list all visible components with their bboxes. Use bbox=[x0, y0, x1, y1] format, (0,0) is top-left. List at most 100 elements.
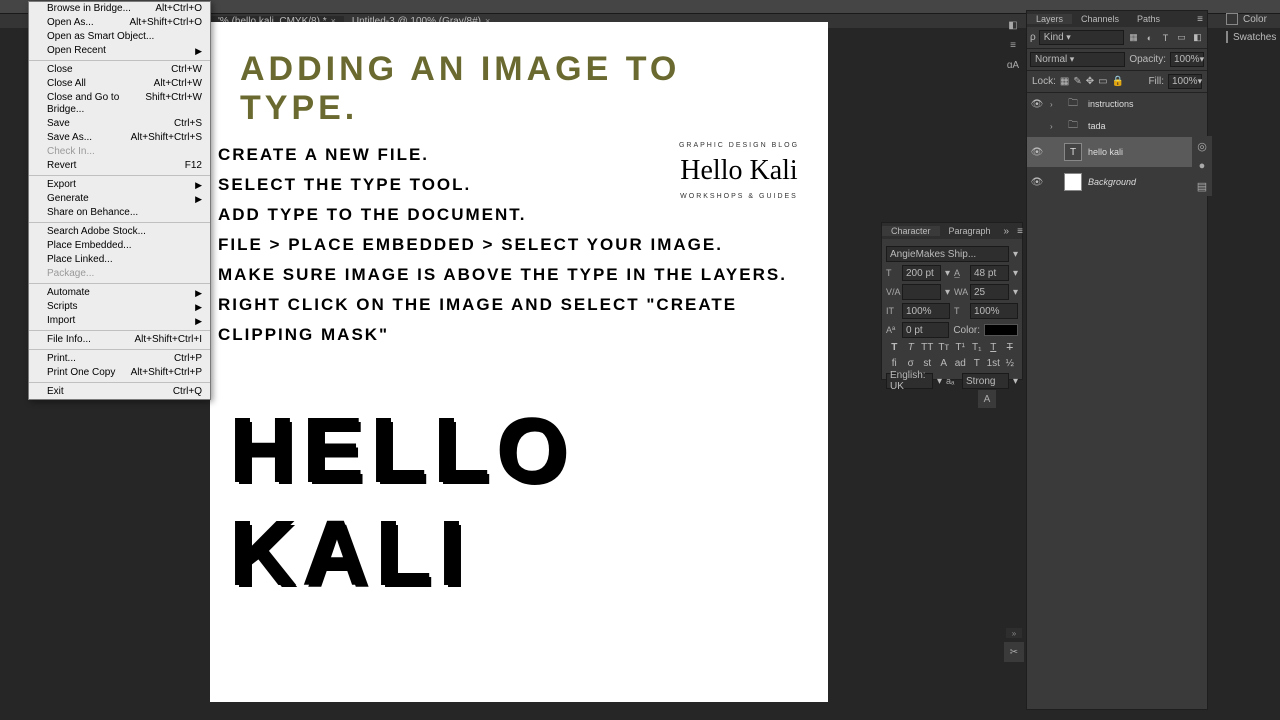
chevron-down-icon[interactable]: ▾ bbox=[937, 376, 942, 387]
panel-menu-icon[interactable]: ≡ bbox=[1193, 14, 1207, 25]
tab-paragraph[interactable]: Paragraph bbox=[940, 226, 1000, 236]
chevron-down-icon[interactable]: ▾ bbox=[1013, 268, 1018, 279]
collapse-icon[interactable]: » bbox=[1006, 628, 1022, 638]
menu-import[interactable]: Import▶ bbox=[29, 314, 210, 328]
layer-row[interactable]: 👁 T hello kali bbox=[1027, 137, 1207, 167]
ot-icon[interactable]: ad bbox=[952, 357, 969, 370]
kerning-field[interactable] bbox=[902, 284, 941, 300]
panel-icon[interactable]: ● bbox=[1192, 156, 1212, 176]
panel-menu-icon[interactable]: ≡ bbox=[1013, 226, 1027, 237]
menu-close-go-bridge[interactable]: Close and Go to Bridge...Shift+Ctrl+W bbox=[29, 91, 210, 117]
visibility-icon[interactable]: 👁 bbox=[1030, 97, 1044, 111]
swatches-panel-button[interactable]: Swatches bbox=[1220, 28, 1280, 46]
menu-scripts[interactable]: Scripts▶ bbox=[29, 300, 210, 314]
menu-save[interactable]: SaveCtrl+S bbox=[29, 117, 210, 131]
menu-place-embedded[interactable]: Place Embedded... bbox=[29, 239, 210, 253]
layer-name[interactable]: hello kali bbox=[1088, 147, 1123, 157]
menu-automate[interactable]: Automate▶ bbox=[29, 286, 210, 300]
panel-collapse-icon[interactable]: » bbox=[1000, 226, 1014, 237]
menu-save-as[interactable]: Save As...Alt+Shift+Ctrl+S bbox=[29, 131, 210, 145]
menu-open-recent[interactable]: Open Recent▶ bbox=[29, 44, 210, 58]
tab-layers[interactable]: Layers bbox=[1027, 14, 1072, 24]
layer-name[interactable]: Background bbox=[1088, 177, 1136, 187]
lock-pixels-icon[interactable]: ✎ bbox=[1073, 76, 1081, 87]
tool-icon[interactable]: ◧ bbox=[1004, 16, 1022, 34]
filter-adjust-icon[interactable]: ◐ bbox=[1143, 31, 1156, 44]
text-color-swatch[interactable] bbox=[984, 324, 1018, 336]
filter-pixel-icon[interactable]: ▦ bbox=[1127, 31, 1140, 44]
hscale-field[interactable]: 100% bbox=[970, 303, 1018, 319]
tab-character[interactable]: Character bbox=[882, 226, 940, 236]
visibility-icon[interactable]: 👁 bbox=[1030, 145, 1044, 159]
tool-icon[interactable]: ≡ bbox=[1004, 36, 1022, 54]
visibility-icon[interactable]: 👁 bbox=[1030, 175, 1044, 189]
fill-field[interactable]: 100%▾ bbox=[1168, 74, 1202, 89]
layer-row[interactable]: 👁 › 🗀 instructions bbox=[1027, 93, 1207, 115]
ot-icon[interactable]: ½ bbox=[1002, 357, 1019, 370]
ot-icon[interactable]: st bbox=[919, 357, 936, 370]
subscript-button[interactable]: T₁ bbox=[969, 341, 986, 354]
panel-icon[interactable]: ▤ bbox=[1192, 176, 1212, 196]
tab-paths[interactable]: Paths bbox=[1128, 14, 1169, 24]
color-panel-button[interactable]: Color bbox=[1220, 10, 1280, 28]
layer-name[interactable]: instructions bbox=[1088, 99, 1134, 109]
language-select[interactable]: English: UK bbox=[886, 373, 933, 389]
font-size-field[interactable]: 200 pt bbox=[902, 265, 941, 281]
layer-row[interactable]: › 🗀 tada bbox=[1027, 115, 1207, 137]
menu-browse-bridge[interactable]: Browse in Bridge...Alt+Ctrl+O bbox=[29, 2, 210, 16]
menu-open-as[interactable]: Open As...Alt+Shift+Ctrl+O bbox=[29, 16, 210, 30]
allcaps-button[interactable]: TT bbox=[919, 341, 936, 354]
layer-name[interactable]: tada bbox=[1088, 121, 1106, 131]
panel-icon[interactable]: ◎ bbox=[1192, 136, 1212, 156]
bold-button[interactable]: T bbox=[886, 341, 903, 354]
menu-print[interactable]: Print...Ctrl+P bbox=[29, 352, 210, 366]
superscript-button[interactable]: T¹ bbox=[952, 341, 969, 354]
menu-print-one-copy[interactable]: Print One CopyAlt+Shift+Ctrl+P bbox=[29, 366, 210, 380]
chevron-right-icon[interactable]: › bbox=[1050, 100, 1058, 109]
ot-icon[interactable]: 1st bbox=[985, 357, 1002, 370]
tool-icon[interactable]: ɑA bbox=[1004, 56, 1022, 74]
smallcaps-button[interactable]: Tᴛ bbox=[936, 341, 953, 354]
menu-search-adobe-stock[interactable]: Search Adobe Stock... bbox=[29, 225, 210, 239]
chevron-right-icon[interactable]: › bbox=[1050, 122, 1058, 131]
antialias-select[interactable]: Strong bbox=[962, 373, 1009, 389]
chevron-down-icon[interactable]: ▾ bbox=[1013, 249, 1018, 260]
lock-nest-icon[interactable]: ▭ bbox=[1098, 76, 1107, 87]
chevron-down-icon[interactable]: ▾ bbox=[945, 287, 950, 298]
menu-export[interactable]: Export▶ bbox=[29, 178, 210, 192]
filter-shape-icon[interactable]: ▭ bbox=[1175, 31, 1188, 44]
ot-icon[interactable]: σ bbox=[903, 357, 920, 370]
menu-share-behance[interactable]: Share on Behance... bbox=[29, 206, 210, 220]
chevron-down-icon[interactable]: ▾ bbox=[1013, 287, 1018, 298]
lock-icon[interactable]: 🔒 bbox=[1112, 76, 1124, 87]
baseline-field[interactable]: 0 pt bbox=[902, 322, 949, 338]
font-family-select[interactable]: AngieMakes Ship... bbox=[886, 246, 1009, 262]
chevron-down-icon[interactable]: ▾ bbox=[1013, 376, 1018, 387]
layer-row[interactable]: 👁 Background 🔒 bbox=[1027, 167, 1207, 197]
leading-field[interactable]: 48 pt bbox=[970, 265, 1009, 281]
chevron-down-icon[interactable]: ▾ bbox=[945, 268, 950, 279]
filter-smart-icon[interactable]: ◧ bbox=[1191, 31, 1204, 44]
tab-channels[interactable]: Channels bbox=[1072, 14, 1128, 24]
underline-button[interactable]: T bbox=[985, 341, 1002, 354]
ot-icon[interactable]: T bbox=[969, 357, 986, 370]
menu-open-smart[interactable]: Open as Smart Object... bbox=[29, 30, 210, 44]
ot-icon[interactable]: fi bbox=[886, 357, 903, 370]
filter-type-icon[interactable]: T bbox=[1159, 31, 1172, 44]
menu-close-all[interactable]: Close AllAlt+Ctrl+W bbox=[29, 77, 210, 91]
opacity-field[interactable]: 100%▾ bbox=[1170, 52, 1204, 67]
strike-button[interactable]: T bbox=[1002, 341, 1019, 354]
lock-all-icon[interactable]: ▦ bbox=[1060, 76, 1069, 87]
transform-tool-icon[interactable]: ✂ bbox=[1004, 642, 1024, 662]
menu-revert[interactable]: RevertF12 bbox=[29, 159, 210, 173]
glyphs-panel-icon[interactable]: A bbox=[978, 390, 996, 408]
ot-icon[interactable]: A bbox=[936, 357, 953, 370]
menu-exit[interactable]: ExitCtrl+Q bbox=[29, 385, 210, 399]
lock-position-icon[interactable]: ✥ bbox=[1086, 76, 1094, 87]
blend-mode-select[interactable]: Normal ▾ bbox=[1030, 52, 1125, 67]
filter-kind-select[interactable]: Kind ▾ bbox=[1039, 30, 1124, 45]
menu-place-linked[interactable]: Place Linked... bbox=[29, 253, 210, 267]
menu-close[interactable]: CloseCtrl+W bbox=[29, 63, 210, 77]
document-canvas[interactable]: ADDING AN IMAGE TO TYPE. CREATE A NEW FI… bbox=[210, 22, 828, 702]
tracking-field[interactable]: 25 bbox=[970, 284, 1009, 300]
